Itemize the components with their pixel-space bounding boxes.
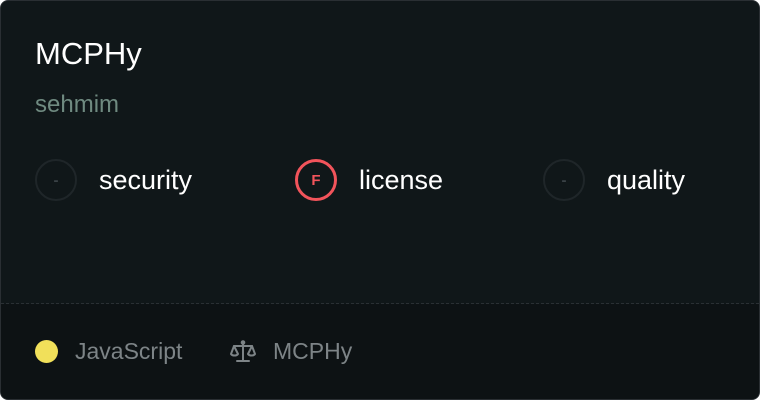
package-card[interactable]: MCPHy sehmim - security F license - qual… (0, 0, 760, 400)
quality-label: quality (607, 164, 686, 195)
security-label: security (99, 164, 193, 195)
package-title[interactable]: MCPHy (35, 36, 142, 72)
language-color-dot (35, 340, 58, 363)
quality-grade-badge: - (543, 159, 585, 201)
language-label: JavaScript (75, 338, 183, 364)
license-name: MCPHy (273, 338, 353, 364)
scale-icon (230, 340, 256, 362)
license-label: license (359, 164, 444, 195)
package-author[interactable]: sehmim (35, 90, 119, 120)
card-header: MCPHy sehmim - security F license - qual… (1, 1, 759, 303)
license-grade-badge: F (295, 159, 337, 201)
security-grade-badge: - (35, 159, 77, 201)
score-license: F license (295, 156, 443, 204)
score-security: - security (35, 156, 192, 204)
card-footer: JavaScript MCPHy (1, 304, 759, 399)
score-quality: - quality (543, 156, 685, 204)
